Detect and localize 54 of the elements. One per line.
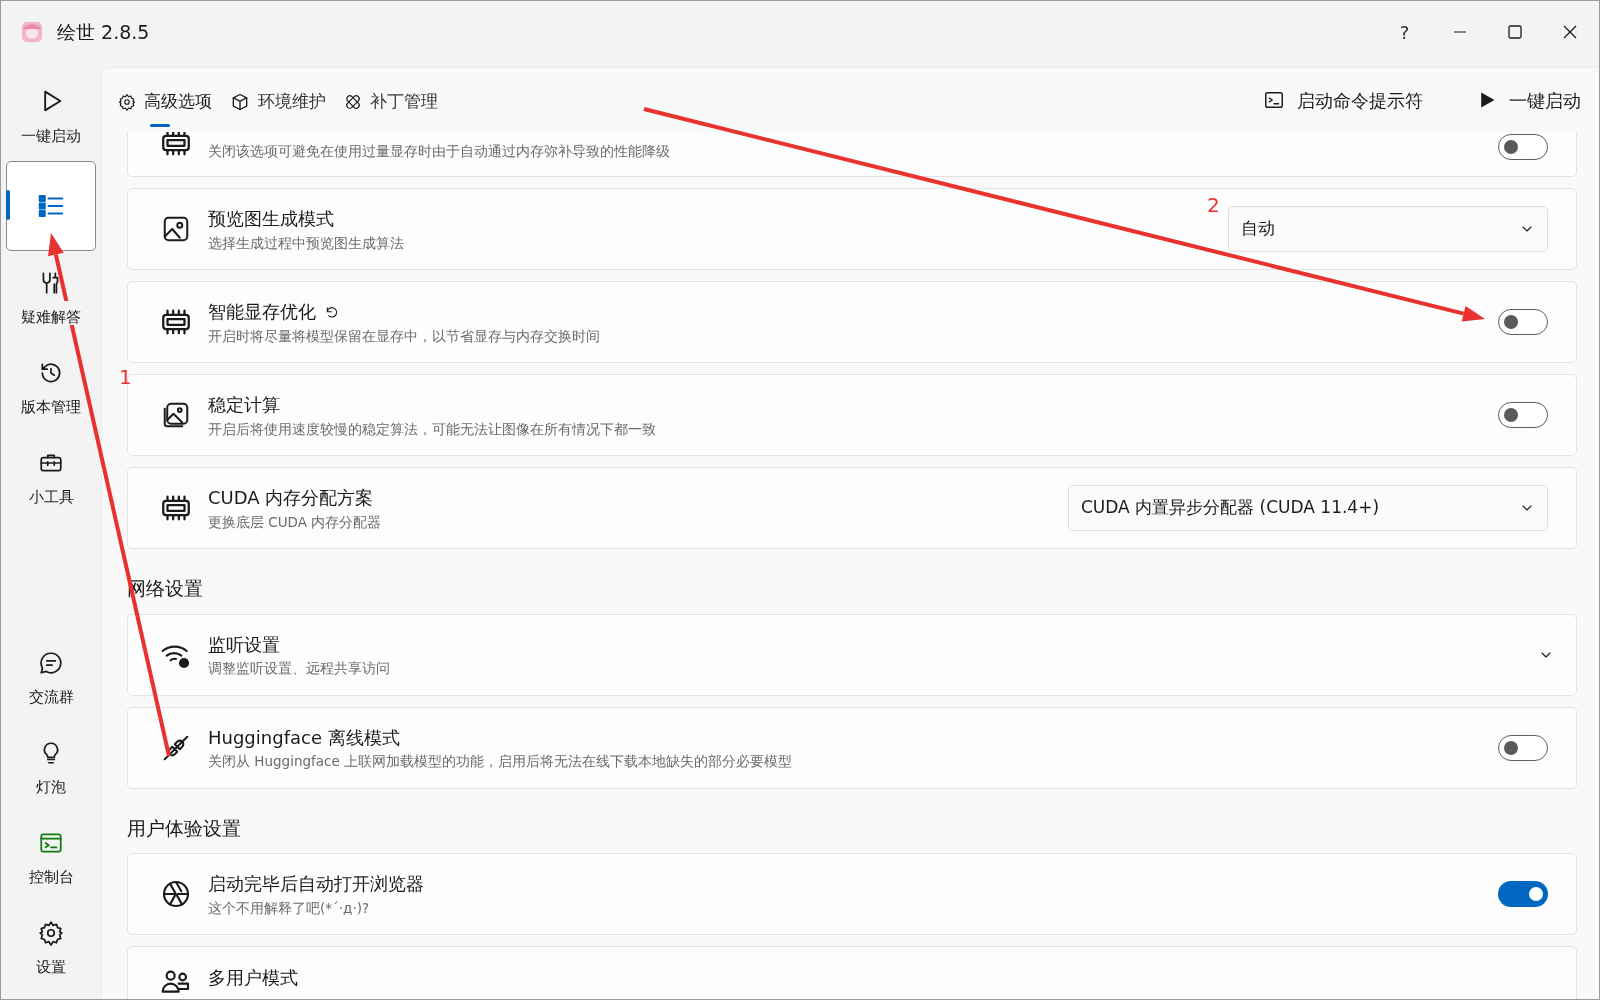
setting-title: 监听设置 (208, 633, 280, 657)
sidebar-item[interactable]: 灯泡 (6, 723, 96, 811)
tab[interactable]: 环境维护 (224, 73, 332, 127)
sidebar-item[interactable]: 疑难解答 (6, 253, 96, 341)
window-title: 绘世 2.8.5 (57, 19, 150, 45)
annotation-number: 2 (1207, 195, 1220, 215)
setting-description: 关闭该选项可避免在使用过量显存时由于自动通过内存弥补导致的性能降级 (208, 143, 671, 160)
setting-description: 开启时将尽量将模型保留在显存中，以节省显存与内存交换时间 (208, 327, 601, 345)
help-button[interactable]: ? (1377, 12, 1432, 52)
chat-icon (38, 649, 64, 676)
setting-title: CUDA 内存分配方案 (208, 487, 374, 510)
section-heading: 用户体验设置 (127, 815, 242, 841)
sidebar-item[interactable]: 版本管理 (6, 343, 96, 431)
sidebar-item[interactable]: 控制台 (6, 813, 96, 901)
setting-title: 预览图生成模式 (208, 208, 334, 231)
sidebar-item[interactable]: 交流群 (6, 633, 96, 721)
setting-description: 关闭从 Huggingface 上联网加载模型的功能，启用后将无法在线下载本地缺失的部分必要模型 (208, 753, 794, 771)
settings-icon (38, 919, 64, 946)
dropdown[interactable]: 自动 (1228, 206, 1548, 252)
aperture-icon (160, 878, 192, 910)
app-logo (21, 21, 43, 43)
setting-title: 多用户模式 (208, 967, 298, 990)
toggle-switch[interactable] (1498, 309, 1548, 335)
annotation-number: 1 (119, 367, 132, 387)
launch-button[interactable]: 一键启动 (1469, 78, 1589, 122)
settings-icon (118, 93, 136, 111)
sidebar-item[interactable]: 一键启动 (6, 71, 96, 159)
toggle-switch[interactable] (1498, 734, 1548, 761)
setting-description: 选择生成过程中预览图生成算法 (208, 234, 405, 252)
setting-description: 调整监听设置、远程共享访问 (208, 660, 391, 678)
setting-title: 稳定计算 (208, 394, 280, 417)
image-icon (161, 214, 191, 244)
terminal-icon (1263, 89, 1285, 111)
sidebar-item[interactable]: 设置 (6, 903, 96, 991)
package-icon (230, 92, 250, 112)
toggle-switch[interactable] (1498, 402, 1548, 428)
toggle-switch[interactable] (1498, 134, 1548, 160)
setting-title: Huggingface 离线模式 (208, 726, 400, 750)
open-terminal-button[interactable]: 启动命令提示符 (1255, 78, 1431, 122)
images-icon (161, 400, 191, 430)
bandage-icon (344, 93, 362, 111)
setting-title: 启动完毕后自动打开浏览器 (208, 873, 424, 896)
maximize-icon (1507, 25, 1522, 39)
setting-description: 这个不用解释了吧(*´·д·)? (208, 899, 371, 917)
setting-description: 开启后将使用速度较慢的稳定算法，可能无法让图像在所有情况下都一致 (208, 420, 657, 438)
tab[interactable]: 高级选项 (112, 73, 218, 127)
close-icon (1562, 25, 1577, 39)
sidebar-item[interactable]: 小工具 (6, 433, 96, 521)
sidebar-item[interactable] (6, 161, 96, 251)
dropdown[interactable]: CUDA 内置异步分配器 (CUDA 11.4+) (1068, 485, 1548, 531)
setting-description: 更换底层 CUDA 内存分配器 (208, 513, 383, 531)
setting-title: 智能显存优化 (208, 301, 316, 324)
toggle-switch[interactable] (1498, 881, 1548, 907)
tab[interactable]: 补丁管理 (338, 73, 444, 127)
